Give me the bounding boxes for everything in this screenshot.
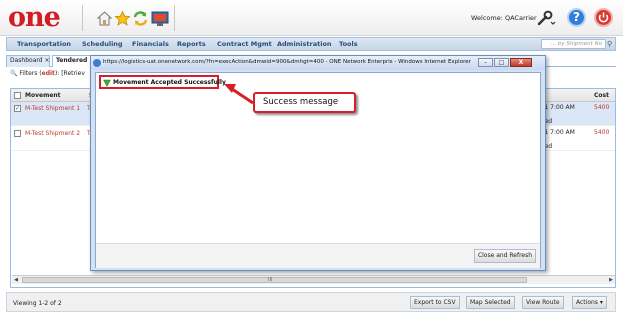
annotation-callout: Success message	[253, 92, 356, 113]
annotation-arrow	[224, 84, 254, 105]
